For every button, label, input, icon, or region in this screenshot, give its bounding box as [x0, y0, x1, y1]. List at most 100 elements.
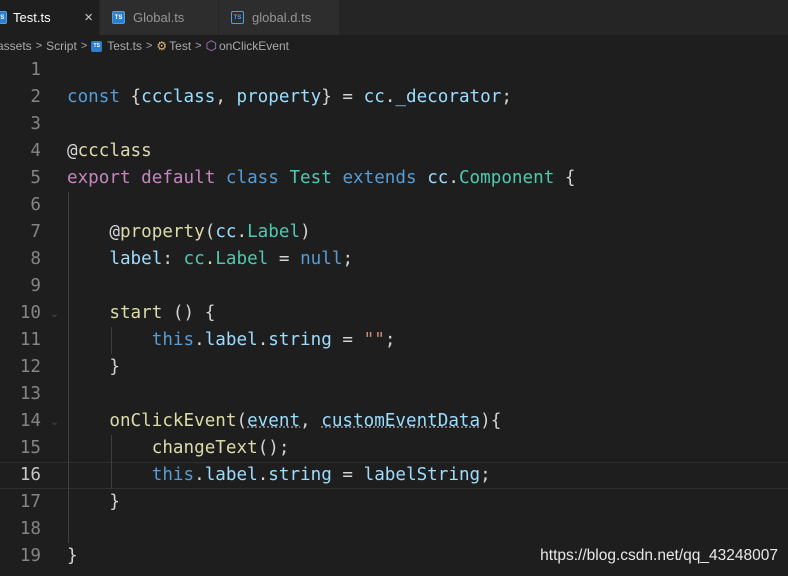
tab-global-ts[interactable]: TS Global.ts [100, 0, 219, 35]
code-line[interactable]: 1 [0, 57, 788, 84]
breadcrumb-item-file[interactable]: TS Test.ts [91, 39, 142, 53]
close-icon[interactable]: × [84, 9, 93, 26]
code-token: } [67, 492, 120, 512]
breadcrumb-item-assets[interactable]: assets [0, 39, 32, 53]
code-line[interactable]: 6 [0, 192, 788, 219]
code-line[interactable]: 10 ⌄ start () { [0, 300, 788, 327]
code-token: ccclass [141, 87, 216, 107]
code-line[interactable]: 17 } [0, 489, 788, 516]
code-line[interactable]: 2 const {ccclass, property} = cc._decorat… [0, 84, 788, 111]
line-number: 12 [19, 357, 41, 377]
code-token: ( [236, 411, 248, 431]
code-text: label: cc.Label = null; [67, 246, 353, 273]
code-token: Label [215, 249, 269, 269]
code-token: . [384, 87, 396, 107]
code-token: ( [204, 222, 216, 242]
breadcrumb-item-script[interactable]: Script [46, 39, 77, 53]
indent-guide [111, 327, 113, 354]
line-number: 11 [19, 330, 41, 350]
code-text: this.label.string = ""; [67, 327, 396, 354]
code-token: class [225, 168, 279, 188]
line-number: 15 [19, 438, 41, 458]
code-token: property [119, 222, 205, 242]
code-token: label [109, 249, 163, 269]
code-line[interactable]: 18 [0, 516, 788, 543]
code-line[interactable]: 15 changeText(); [0, 435, 788, 462]
code-token: . [448, 168, 459, 188]
code-token: ; [384, 330, 396, 350]
code-token: this [151, 465, 195, 485]
code-token: . [257, 465, 269, 485]
breadcrumb-method-label: onClickEvent [218, 39, 289, 53]
code-line[interactable]: 9 [0, 273, 788, 300]
code-token: { [119, 87, 142, 107]
line-number: 9 [30, 276, 41, 296]
code-token: default [141, 168, 216, 188]
indent-guide [111, 435, 113, 489]
code-token: () { [162, 303, 216, 323]
watermark: https://blog.csdn.net/qq_43248007 [540, 547, 778, 564]
code-token: label [204, 330, 258, 350]
line-number: 17 [19, 492, 41, 512]
code-token: extends [342, 168, 417, 188]
code-token: string [268, 465, 332, 485]
code-token: , [215, 87, 237, 107]
code-text: @ccclass [67, 138, 152, 165]
code-token: onClickEvent [109, 411, 237, 431]
line-number: 16 [19, 465, 41, 485]
code-token: null [300, 249, 343, 269]
code-line[interactable]: 14 ⌄ onClickEvent(event, customEventData)… [0, 408, 788, 435]
line-number: 2 [30, 87, 41, 107]
fold-chevron-icon[interactable]: ⌄ [50, 300, 59, 327]
tab-global-d-ts[interactable]: TS global.d.ts [219, 0, 340, 35]
code-line[interactable]: 8 label: cc.Label = null; [0, 246, 788, 273]
line-number: 7 [30, 222, 41, 242]
code-line[interactable]: 4 @ccclass [0, 138, 788, 165]
line-number: 4 [30, 141, 41, 161]
line-number: 3 [30, 114, 41, 134]
code-token: . [194, 465, 205, 485]
code-line[interactable]: 12 } [0, 354, 788, 381]
chevron-right-icon: > [35, 40, 43, 52]
code-token: } = [321, 87, 364, 107]
code-text: changeText(); [67, 435, 290, 462]
tab-label: Global.ts [133, 10, 185, 25]
code-token: ; [342, 249, 354, 269]
chevron-right-icon: > [195, 40, 202, 52]
code-line[interactable]: 7 @property(cc.Label) [0, 219, 788, 246]
breadcrumb: assets > Script > TS Test.ts > ⚙ Test > … [0, 35, 785, 57]
code-token: (); [257, 438, 290, 458]
code-token: cc [363, 87, 385, 107]
code-token: ; [501, 87, 512, 107]
tab-test-ts[interactable]: TS Test.ts × [0, 0, 100, 35]
code-line[interactable]: 13 [0, 381, 788, 408]
code-token: ) [300, 222, 311, 242]
ts-declaration-icon: TS [231, 11, 244, 24]
code-text: } [67, 354, 120, 381]
code-token: start [109, 303, 163, 323]
code-text: } [67, 489, 120, 516]
code-token: cc [215, 222, 237, 242]
code-token: = [331, 330, 364, 350]
line-number: 6 [30, 195, 41, 215]
fold-chevron-icon[interactable]: ⌄ [50, 408, 59, 435]
code-text: export default class Test extends cc.Com… [67, 165, 576, 192]
breadcrumb-class-label: Test [169, 39, 192, 53]
code-line[interactable]: 3 [0, 111, 788, 138]
breadcrumb-item-class[interactable]: ⚙ Test [156, 39, 191, 53]
code-token: Component [458, 168, 555, 188]
breadcrumb-item-method[interactable]: ⬡ onClickEvent [206, 39, 289, 54]
code-line[interactable]: 16 this.label.string = labelString; [0, 462, 788, 489]
code-editor[interactable]: 1 2 const {ccclass, property} = cc._decora… [0, 57, 788, 576]
code-line[interactable]: 5 export default class Test extends cc.Co… [0, 165, 788, 192]
code-token: } [67, 357, 120, 377]
code-line[interactable]: 11 this.label.string = ""; [0, 327, 788, 354]
code-token: , [300, 411, 322, 431]
code-token: property [236, 87, 322, 107]
